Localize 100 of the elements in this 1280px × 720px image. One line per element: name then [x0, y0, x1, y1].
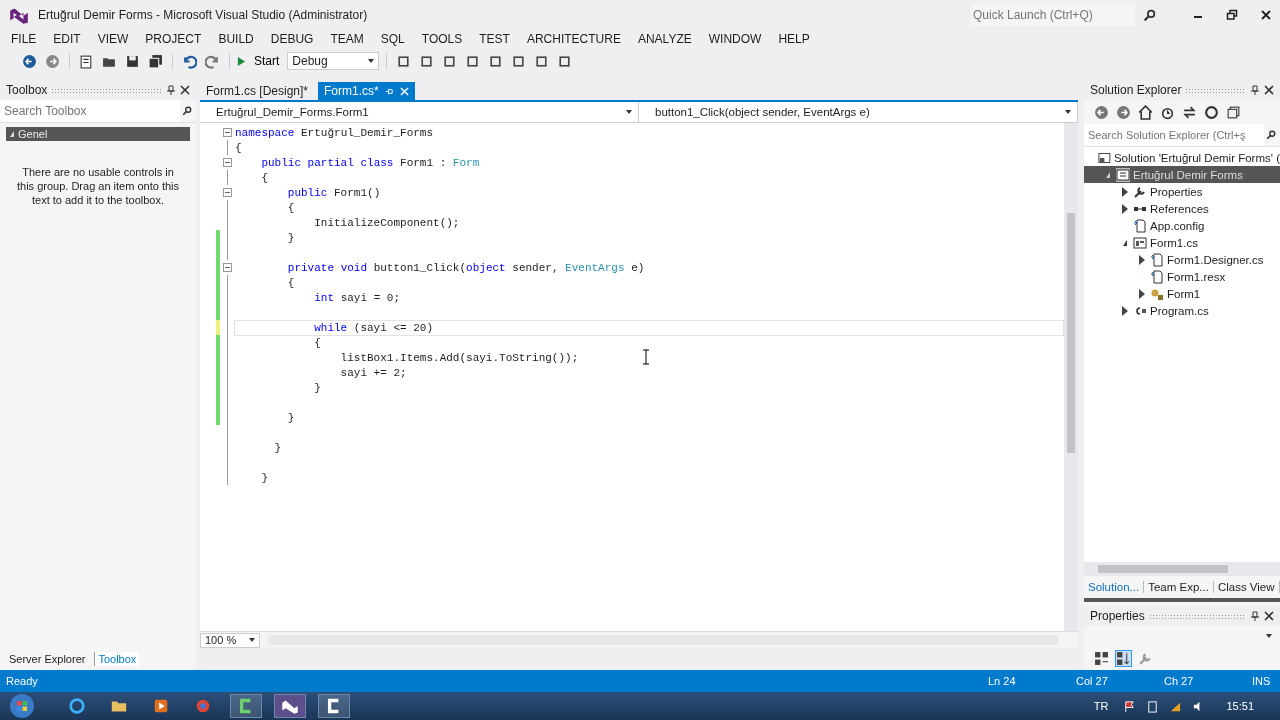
toolbar-icon[interactable]	[465, 53, 481, 69]
menu-item[interactable]: FILE	[4, 32, 44, 46]
vertical-scrollbar[interactable]	[1064, 123, 1078, 631]
start-orb-icon[interactable]	[8, 692, 36, 720]
collapse-icon[interactable]	[222, 263, 232, 272]
panel-tab[interactable]: Solution...	[1084, 581, 1145, 593]
menu-item[interactable]: ARCHITECTURE	[519, 32, 628, 46]
toolbar-icon[interactable]	[534, 53, 550, 69]
back-icon[interactable]	[22, 53, 37, 69]
battery-icon[interactable]	[1146, 699, 1160, 713]
tree-item[interactable]: References	[1084, 200, 1280, 217]
panel-tab[interactable]: Team Exp...	[1144, 581, 1214, 593]
language-indicator[interactable]: TR	[1093, 700, 1109, 712]
toolbar-icon[interactable]	[396, 53, 412, 69]
pin-icon[interactable]	[1250, 85, 1260, 95]
panel-title: Toolbox	[6, 83, 48, 97]
tree-item[interactable]: Form1.resx	[1084, 268, 1280, 285]
panel-title: Properties	[1090, 609, 1145, 623]
toolbar-icon[interactable]	[511, 53, 527, 69]
chrome-icon[interactable]	[194, 697, 212, 715]
forward-icon[interactable]	[45, 53, 60, 69]
tree-item[interactable]: Form1.cs	[1084, 234, 1280, 251]
search-icon[interactable]	[182, 106, 192, 116]
menu-item[interactable]: PROJECT	[138, 32, 209, 46]
type-dropdown[interactable]: Ertuğrul_Demir_Forms.Form1	[200, 102, 639, 122]
panel-tab[interactable]: Class View	[1213, 581, 1280, 593]
tree-item[interactable]: Form1	[1084, 285, 1280, 302]
expander-icon[interactable]	[1122, 203, 1128, 214]
configuration-dropdown[interactable]: Debug	[287, 52, 380, 70]
save-all-icon[interactable]	[148, 53, 163, 69]
toolbar-icon[interactable]	[419, 53, 435, 69]
collapse-icon[interactable]	[222, 188, 232, 197]
panel-tab[interactable]: Toolbox	[94, 652, 140, 666]
new-project-icon[interactable]	[79, 53, 94, 69]
camtasia-icon[interactable]	[230, 694, 262, 718]
undo-icon[interactable]	[182, 53, 197, 69]
search-field[interactable]: Search Solution Explorer (Ctrl+ş	[1084, 124, 1264, 146]
panel-tab[interactable]: Server Explorer	[6, 652, 89, 666]
tree-item[interactable]: Ertuğrul Demir Forms	[1084, 166, 1280, 183]
toolbar-icon[interactable]	[557, 53, 573, 69]
menu-item[interactable]: EDIT	[46, 32, 88, 46]
expander-icon[interactable]	[1122, 305, 1128, 316]
code-line: while (sayi <= 20)	[313, 321, 434, 334]
menu-item[interactable]: VIEW	[90, 32, 136, 46]
expander-icon[interactable]	[1123, 239, 1127, 246]
forward-icon[interactable]	[1116, 104, 1131, 120]
browser-icon[interactable]	[68, 697, 86, 715]
close-icon[interactable]	[180, 85, 190, 95]
home-icon[interactable]	[1138, 104, 1153, 120]
collapse-icon[interactable]	[222, 128, 232, 137]
save-icon[interactable]	[125, 53, 140, 69]
redo-icon[interactable]	[205, 53, 220, 69]
restore-icon[interactable]	[1226, 9, 1238, 21]
menu-item[interactable]: HELP	[771, 32, 817, 46]
zoom-dropdown[interactable]: 100 %	[200, 632, 260, 648]
tree-item[interactable]: Program.cs	[1084, 302, 1280, 319]
categorized-icon[interactable]	[1094, 650, 1109, 666]
tree-item[interactable]: Properties	[1084, 183, 1280, 200]
menu-item[interactable]: DEBUG	[263, 32, 321, 46]
flag-icon[interactable]	[1123, 699, 1137, 713]
pin-icon[interactable]	[1250, 611, 1260, 621]
sync-icon[interactable]	[1182, 104, 1197, 120]
sort-alphabetical-icon[interactable]	[1116, 650, 1131, 666]
search-field[interactable]: Search Toolbox	[0, 100, 180, 122]
menu-item[interactable]: SQL	[373, 32, 412, 46]
tree-item[interactable]: Solution 'Ertuğrul Demir Forms' (	[1084, 149, 1280, 166]
collapse-all-icon[interactable]	[1226, 104, 1241, 120]
code-line: }	[286, 411, 295, 424]
toolbar-icon[interactable]	[488, 53, 504, 69]
expander-icon[interactable]	[1139, 288, 1145, 299]
document-tab[interactable]: Form1.cs [Design]*	[200, 82, 315, 100]
menu-item[interactable]: ANALYZE	[630, 32, 699, 46]
recorder-icon[interactable]	[318, 694, 350, 718]
search-icon[interactable]	[1143, 8, 1156, 22]
toolbar-icon[interactable]	[442, 53, 458, 69]
menu-item[interactable]: TEST	[472, 32, 517, 46]
pin-icon[interactable]	[166, 85, 176, 95]
tree-item[interactable]: App.config	[1084, 217, 1280, 234]
menu-item[interactable]: WINDOW	[701, 32, 769, 46]
menu-item[interactable]: TOOLS	[414, 32, 470, 46]
menu-item[interactable]: TEAM	[323, 32, 371, 46]
collapse-icon[interactable]	[222, 158, 232, 167]
expander-icon[interactable]	[1122, 186, 1128, 197]
search-icon[interactable]	[1266, 130, 1276, 140]
play-icon[interactable]	[237, 55, 246, 67]
horizontal-scrollbar[interactable]	[1084, 562, 1280, 576]
expander-icon[interactable]	[1139, 254, 1145, 265]
start-button[interactable]: Start	[250, 52, 284, 70]
visual-studio-icon[interactable]	[274, 694, 306, 718]
column-indicator: Col 27	[1076, 675, 1109, 687]
close-icon[interactable]	[1264, 611, 1274, 621]
close-icon[interactable]	[1264, 85, 1274, 95]
quick-launch-field[interactable]: Quick Launch (Ctrl+Q)	[971, 4, 1135, 26]
member-dropdown[interactable]: button1_Click(object sender, EventArgs e)	[639, 102, 1078, 122]
media-player-icon[interactable]	[152, 697, 170, 715]
toolbox-group-header[interactable]: Genel	[6, 127, 190, 141]
back-icon[interactable]	[1094, 104, 1109, 120]
close-icon[interactable]	[1260, 9, 1272, 21]
tree-item[interactable]: Form1.Designer.cs	[1084, 251, 1280, 268]
menu-item[interactable]: BUILD	[211, 32, 261, 46]
